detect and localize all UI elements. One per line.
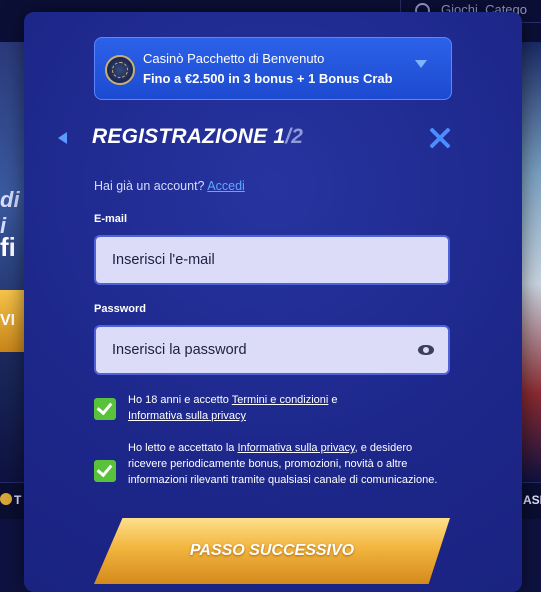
banner-button: VI bbox=[0, 290, 24, 352]
registration-modal: Casinò Pacchetto di Benvenuto Fino a €2.… bbox=[24, 12, 522, 592]
password-label: Password bbox=[94, 303, 146, 315]
email-field[interactable] bbox=[112, 237, 402, 283]
terms-link[interactable]: Termini e condizioni bbox=[232, 394, 329, 406]
chevron-down-icon[interactable] bbox=[415, 60, 427, 68]
category-left-label: T bbox=[14, 493, 22, 507]
casino-chip-icon bbox=[105, 55, 135, 85]
eye-icon[interactable] bbox=[418, 345, 434, 355]
login-prompt: Hai già un account? Accedi bbox=[94, 179, 245, 193]
title-step: 1 bbox=[273, 125, 286, 148]
close-icon[interactable] bbox=[428, 126, 452, 150]
next-step-button[interactable]: PASSO SUCCESSIVO bbox=[94, 518, 450, 584]
consent-age-text-b: e bbox=[328, 394, 338, 406]
consent-age-text: Ho 18 anni e accetto Termini e condizion… bbox=[128, 392, 378, 424]
login-link[interactable]: Accedi bbox=[207, 179, 245, 193]
banner-text-2: fi bbox=[0, 232, 16, 262]
consent-marketing-text-a: Ho letto e accettato la bbox=[128, 442, 238, 454]
email-field-container[interactable] bbox=[94, 235, 450, 285]
title-text: REGISTRAZIONE bbox=[92, 125, 268, 148]
next-step-button-label: PASSO SUCCESSIVO bbox=[189, 542, 355, 559]
bonus-title: Casinò Pacchetto di Benvenuto bbox=[143, 51, 325, 66]
background-banner-right bbox=[522, 42, 541, 482]
email-label: E-mail bbox=[94, 213, 128, 225]
consent-marketing-text: Ho letto e accettato la Informativa sull… bbox=[128, 440, 438, 488]
password-field[interactable] bbox=[112, 327, 402, 373]
background-banner-left: di i fi VI bbox=[0, 42, 24, 482]
consent-age-checkbox[interactable] bbox=[94, 398, 116, 420]
title-total: 2 bbox=[291, 125, 304, 148]
consent-marketing-checkbox[interactable] bbox=[94, 460, 116, 482]
bonus-selector[interactable]: Casinò Pacchetto di Benvenuto Fino a €2.… bbox=[94, 37, 452, 100]
category-icon bbox=[0, 493, 12, 505]
banner-button-label: VI bbox=[0, 312, 16, 329]
modal-title: REGISTRAZIONE 1/2 bbox=[92, 125, 303, 149]
back-arrow-icon[interactable] bbox=[58, 132, 67, 144]
category-right-label: ASI bbox=[523, 493, 541, 507]
bonus-subtitle: Fino a €2.500 in 3 bonus + 1 Bonus Crab bbox=[143, 71, 393, 86]
login-prompt-text: Hai già un account? bbox=[94, 179, 205, 193]
consent-age-text-a: Ho 18 anni e accetto bbox=[128, 394, 232, 406]
privacy-link-2[interactable]: Informativa sulla privacy bbox=[237, 442, 354, 454]
password-field-container[interactable] bbox=[94, 325, 450, 375]
privacy-link-1[interactable]: Informativa sulla privacy bbox=[128, 410, 246, 422]
